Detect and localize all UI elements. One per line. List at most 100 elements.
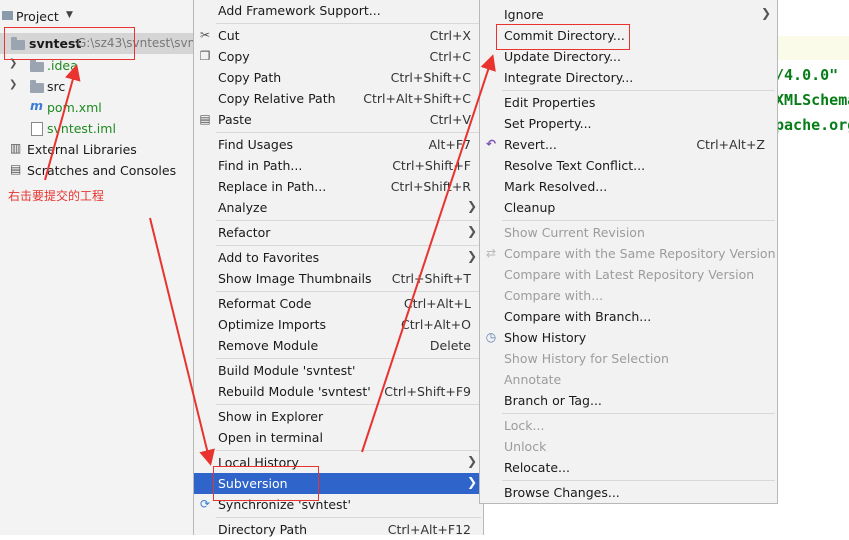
menu-item-paste[interactable]: ▤ Paste Ctrl+V	[194, 109, 483, 130]
annotation-box-commit	[496, 24, 630, 50]
menu-item-optimize-imports[interactable]: Optimize Imports Ctrl+Alt+O	[194, 314, 483, 335]
menu-item-find-in-path[interactable]: Find in Path... Ctrl+Shift+F	[194, 155, 483, 176]
project-panel: Project ▼ svntest G:\sz43\svntest\svnt ❯…	[0, 0, 200, 535]
chevron-right-icon: ❯	[760, 6, 771, 20]
submenu-item-set-property[interactable]: Set Property...	[480, 113, 777, 134]
folder-icon	[30, 80, 44, 93]
paste-icon: ▤	[199, 112, 211, 126]
menu-separator	[216, 23, 481, 24]
annotation-box-project	[4, 27, 135, 60]
menu-item-cut[interactable]: ✂ Cut Ctrl+X	[194, 25, 483, 46]
menu-separator	[502, 480, 775, 481]
code-line: /4.0.0"	[775, 66, 839, 84]
tree-item-external-libraries[interactable]: ▥ External Libraries	[0, 139, 195, 160]
tree-item-iml[interactable]: svntest.iml	[0, 118, 195, 139]
library-icon: ▥	[10, 141, 22, 155]
code-line: XMLSchema	[775, 91, 849, 109]
submenu-item-integrate-directory[interactable]: Integrate Directory...	[480, 67, 777, 88]
menu-item-show-in-explorer[interactable]: Show in Explorer	[194, 406, 483, 427]
menu-item-find-usages[interactable]: Find Usages Alt+F7	[194, 134, 483, 155]
submenu-item-compare-with: Compare with...	[504, 288, 604, 303]
menu-item-open-in-terminal[interactable]: Open in terminal	[194, 427, 483, 448]
menu-separator	[502, 220, 775, 221]
menu-separator	[216, 291, 481, 292]
tree-item-label: src	[47, 79, 66, 94]
compare-icon: ⇄	[485, 246, 497, 260]
menu-separator	[502, 90, 775, 91]
submenu-item-mark-resolved[interactable]: Mark Resolved...	[480, 176, 777, 197]
submenu-item-show-history[interactable]: ◷ Show History	[480, 327, 777, 348]
menu-separator	[216, 245, 481, 246]
submenu-item-ignore[interactable]: Ignore ❯	[480, 4, 777, 25]
menu-item-replace-in-path[interactable]: Replace in Path... Ctrl+Shift+R	[194, 176, 483, 197]
submenu-item-show-current-revision: Show Current Revision	[504, 225, 645, 240]
submenu-item-lock: Lock...	[504, 418, 545, 433]
copy-icon: ❐	[199, 49, 211, 63]
tree-item-label: External Libraries	[27, 142, 137, 157]
cut-icon: ✂	[199, 28, 211, 42]
menu-separator	[216, 220, 481, 221]
menu-item-add-framework-support[interactable]: Add Framework Support...	[194, 0, 483, 21]
menu-item-add-to-favorites[interactable]: Add to Favorites ❯	[194, 247, 483, 268]
maven-icon: m	[30, 98, 44, 113]
chevron-right-icon[interactable]: ❯	[9, 79, 17, 90]
scratches-icon: ▤	[10, 162, 22, 176]
menu-item-build-module[interactable]: Build Module 'svntest'	[194, 360, 483, 381]
menu-item-reformat-code[interactable]: Reformat Code Ctrl+Alt+L	[194, 293, 483, 314]
project-panel-header[interactable]: Project ▼	[0, 9, 195, 29]
project-view-selector[interactable]: Project	[16, 9, 59, 24]
chevron-down-icon[interactable]: ▼	[66, 10, 73, 20]
submenu-item-unlock: Unlock	[504, 439, 547, 454]
annotation-text: 右击要提交的工程	[8, 189, 105, 203]
menu-item-refactor[interactable]: Refactor ❯	[194, 222, 483, 243]
tree-item-src[interactable]: ❯ src	[0, 76, 195, 97]
menu-item-rebuild-module[interactable]: Rebuild Module 'svntest' Ctrl+Shift+F9	[194, 381, 483, 402]
folder-icon	[30, 59, 44, 72]
chevron-right-icon: ❯	[466, 249, 477, 263]
chevron-right-icon: ❯	[466, 475, 477, 489]
tree-item-label: pom.xml	[47, 100, 102, 115]
submenu-item-compare-with-branch[interactable]: Compare with Branch...	[480, 306, 777, 327]
menu-separator	[216, 450, 481, 451]
chevron-right-icon: ❯	[466, 454, 477, 468]
menu-separator	[502, 413, 775, 414]
menu-item-remove-module[interactable]: Remove Module Delete	[194, 335, 483, 356]
chevron-right-icon: ❯	[466, 199, 477, 213]
menu-item-directory-path[interactable]: Directory Path Ctrl+Alt+F12	[194, 519, 483, 540]
menu-separator	[216, 132, 481, 133]
menu-item-analyze[interactable]: Analyze ❯	[194, 197, 483, 218]
chevron-right-icon: ❯	[466, 224, 477, 238]
sync-icon: ⟳	[199, 497, 211, 511]
file-icon	[31, 122, 43, 136]
submenu-item-compare-same-repo-version: ⇄ Compare with the Same Repository Versio…	[485, 246, 776, 261]
menu-separator	[216, 517, 481, 518]
submenu-item-resolve-text-conflict[interactable]: Resolve Text Conflict...	[480, 155, 777, 176]
menu-separator	[216, 404, 481, 405]
menu-item-copy[interactable]: ❐ Copy Ctrl+C	[194, 46, 483, 67]
tree-item-pom[interactable]: m pom.xml	[0, 97, 195, 118]
revert-icon: ↶	[485, 137, 497, 151]
submenu-item-show-history-for-selection: Show History for Selection	[504, 351, 669, 366]
tree-item-label: .idea	[47, 58, 78, 73]
context-menu: Add Framework Support... ✂ Cut Ctrl+X ❐ Cop…	[193, 0, 484, 537]
submenu-item-compare-latest-repo-version: Compare with Latest Repository Version	[504, 267, 755, 282]
submenu-item-browse-changes[interactable]: Browse Changes...	[480, 482, 777, 503]
code-line: pache.org	[775, 116, 849, 134]
submenu-item-cleanup[interactable]: Cleanup	[480, 197, 777, 218]
tree-item-label: svntest.iml	[47, 121, 116, 136]
submenu-item-branch-or-tag[interactable]: Branch or Tag...	[480, 390, 777, 411]
submenu-item-relocate[interactable]: Relocate...	[480, 457, 777, 478]
project-icon	[2, 11, 13, 20]
subversion-submenu: Ignore ❯ Commit Directory... Update Direc…	[479, 0, 778, 504]
history-icon: ◷	[485, 330, 497, 344]
menu-item-show-image-thumbnails[interactable]: Show Image Thumbnails Ctrl+Shift+T	[194, 268, 483, 289]
tree-item-label: Scratches and Consoles	[27, 163, 177, 178]
menu-separator	[216, 358, 481, 359]
submenu-item-revert[interactable]: ↶ Revert... Ctrl+Alt+Z	[480, 134, 777, 155]
tree-item-scratches[interactable]: ▤ Scratches and Consoles	[0, 160, 195, 181]
submenu-item-annotate: Annotate	[504, 372, 562, 387]
annotation-box-subversion	[213, 466, 319, 501]
menu-item-copy-relative-path[interactable]: Copy Relative Path Ctrl+Alt+Shift+C	[194, 88, 483, 109]
menu-item-copy-path[interactable]: Copy Path Ctrl+Shift+C	[194, 67, 483, 88]
submenu-item-edit-properties[interactable]: Edit Properties	[480, 92, 777, 113]
